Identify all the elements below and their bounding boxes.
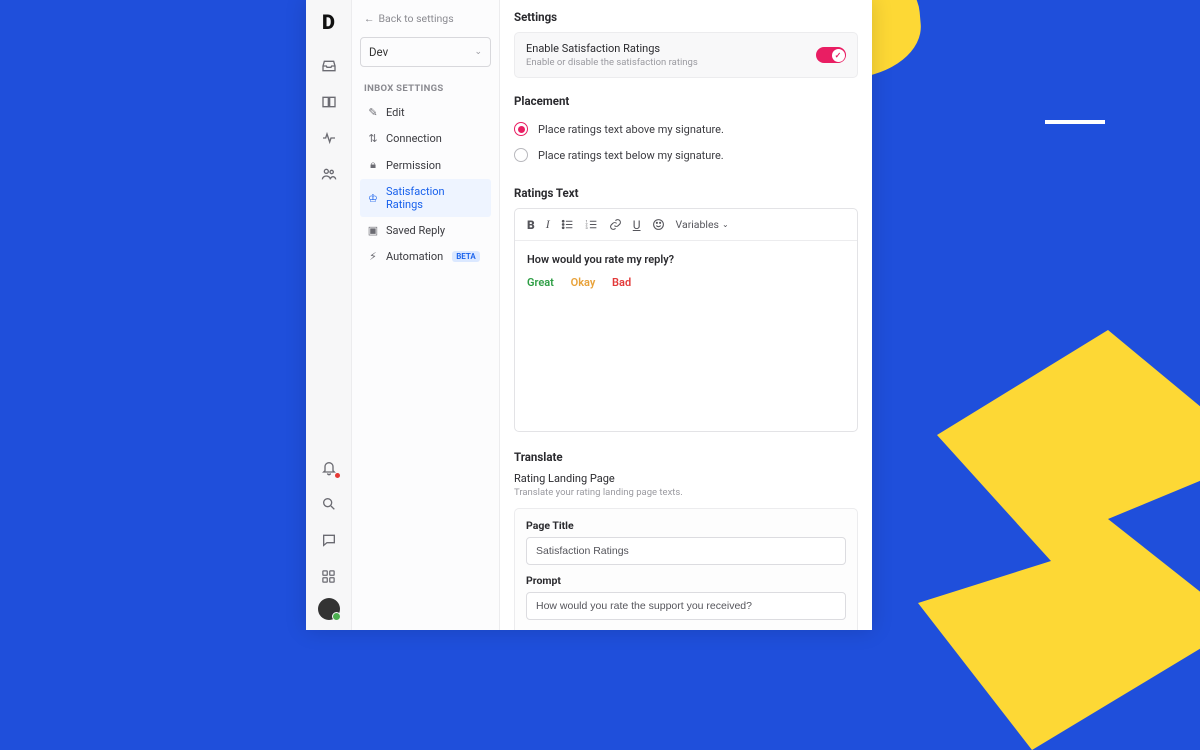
sidebar-item-label: Connection xyxy=(386,132,442,145)
translate-description: Translate your rating landing page texts… xyxy=(514,487,858,498)
enable-toggle[interactable] xyxy=(816,47,846,63)
workspace-name: Dev xyxy=(369,45,388,59)
prompt-label: Prompt xyxy=(526,574,846,587)
ordered-list-button[interactable]: 123 xyxy=(585,218,598,231)
page-title-label: Page Title xyxy=(526,519,846,532)
placement-above-option[interactable]: Place ratings text above my signature. xyxy=(514,116,858,142)
editor-body[interactable]: How would you rate my reply? Great Okay … xyxy=(515,241,857,431)
radio-checked-icon xyxy=(514,122,528,136)
search-icon[interactable] xyxy=(315,490,343,518)
enable-card: Enable Satisfaction Ratings Enable or di… xyxy=(514,32,858,78)
users-icon[interactable] xyxy=(315,160,343,188)
sidebar-item-label: Edit xyxy=(386,106,405,119)
sidebar-item-saved-reply[interactable]: ▣ Saved Reply xyxy=(360,218,491,243)
sidebar-item-edit[interactable]: ✎ Edit xyxy=(360,100,491,125)
main-content: Settings Enable Satisfaction Ratings Ena… xyxy=(500,0,872,630)
bold-button[interactable]: B xyxy=(527,218,535,232)
bell-icon[interactable] xyxy=(315,454,343,482)
app-logo[interactable]: D xyxy=(322,10,335,34)
saved-reply-icon: ▣ xyxy=(367,224,379,237)
arrow-left-icon: ← xyxy=(364,12,375,25)
rating-bad[interactable]: Bad xyxy=(612,276,631,289)
translate-subheading: Rating Landing Page xyxy=(514,472,858,485)
bullet-list-button[interactable] xyxy=(561,218,574,231)
sidebar-item-connection[interactable]: ⇅ Connection xyxy=(360,126,491,151)
placement-below-label: Place ratings text below my signature. xyxy=(538,149,724,162)
lock-icon: 🔒︎ xyxy=(367,158,379,172)
chevron-down-icon: ⌄ xyxy=(722,220,729,229)
ratings-text-editor: B I 123 U Variables ⌄ xyxy=(514,208,858,432)
translate-form: Page Title Prompt Great Okay Not Good xyxy=(514,508,858,630)
workspace-select[interactable]: Dev ⌄ xyxy=(360,37,491,67)
sidebar-item-satisfaction-ratings[interactable]: ♔ Satisfaction Ratings xyxy=(360,179,491,217)
trophy-icon: ♔ xyxy=(367,192,379,205)
ratings-text-heading: Ratings Text xyxy=(514,186,858,200)
sidebar-item-label: Permission xyxy=(386,159,441,172)
enable-subtitle: Enable or disable the satisfaction ratin… xyxy=(526,57,698,68)
link-button[interactable] xyxy=(609,218,622,231)
inbox-icon[interactable] xyxy=(315,52,343,80)
underline-button[interactable]: U xyxy=(633,218,641,232)
settings-heading: Settings xyxy=(514,10,858,24)
apps-icon[interactable] xyxy=(315,562,343,590)
prompt-input[interactable] xyxy=(526,592,846,620)
connection-icon: ⇅ xyxy=(367,132,379,145)
activity-icon[interactable] xyxy=(315,124,343,152)
sidebar-item-automation[interactable]: ⚡︎ Automation BETA xyxy=(360,244,491,269)
back-to-settings-link[interactable]: ← Back to settings xyxy=(360,10,491,27)
sidebar-section-label: INBOX SETTINGS xyxy=(364,83,491,94)
beta-badge: BETA xyxy=(452,251,480,262)
svg-text:3: 3 xyxy=(585,225,587,230)
page-title-input[interactable] xyxy=(526,537,846,565)
editor-toolbar: B I 123 U Variables ⌄ xyxy=(515,209,857,241)
book-icon[interactable] xyxy=(315,88,343,116)
icon-rail: D xyxy=(306,0,352,630)
back-label: Back to settings xyxy=(379,12,454,25)
placement-heading: Placement xyxy=(514,94,858,108)
rating-okay[interactable]: Okay xyxy=(571,276,596,289)
sidebar-item-label: Satisfaction Ratings xyxy=(386,185,484,211)
placement-below-option[interactable]: Place ratings text below my signature. xyxy=(514,142,858,168)
avatar[interactable] xyxy=(318,598,340,620)
translate-heading: Translate xyxy=(514,450,858,464)
rating-links: Great Okay Bad xyxy=(527,276,845,289)
settings-sidebar: ← Back to settings Dev ⌄ INBOX SETTINGS … xyxy=(352,0,500,630)
sidebar-item-label: Saved Reply xyxy=(386,224,445,237)
placement-above-label: Place ratings text above my signature. xyxy=(538,123,724,136)
emoji-button[interactable] xyxy=(652,218,665,231)
chevron-down-icon: ⌄ xyxy=(474,47,482,57)
enable-title: Enable Satisfaction Ratings xyxy=(526,42,698,55)
italic-button[interactable]: I xyxy=(546,217,550,232)
sidebar-item-permission[interactable]: 🔒︎ Permission xyxy=(360,152,491,178)
pencil-icon: ✎ xyxy=(367,106,379,119)
sidebar-item-label: Automation xyxy=(386,250,443,263)
variables-dropdown[interactable]: Variables ⌄ xyxy=(676,218,729,231)
radio-unchecked-icon xyxy=(514,148,528,162)
editor-prompt-text: How would you rate my reply? xyxy=(527,253,845,266)
chat-icon[interactable] xyxy=(315,526,343,554)
bolt-icon: ⚡︎ xyxy=(367,250,379,263)
app-window: D ← Back to settings xyxy=(306,0,872,630)
rating-great[interactable]: Great xyxy=(527,276,554,289)
